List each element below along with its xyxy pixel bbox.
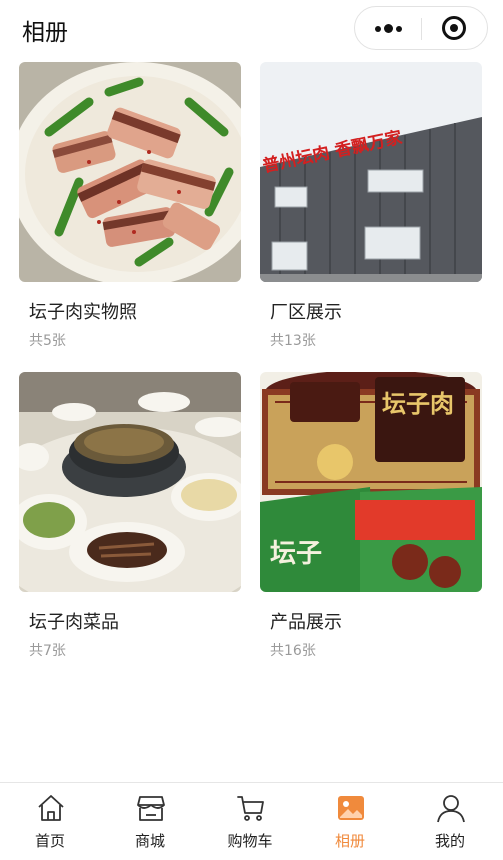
album-count: 共5张 xyxy=(29,333,66,349)
cart-icon xyxy=(237,796,264,821)
factory-building-photo: 普州坛肉 香飘万家 xyxy=(260,62,482,282)
product-packaging-photo: 坛子肉 坛子 xyxy=(260,372,482,592)
user-icon xyxy=(437,795,465,823)
album-page: 相册 坛子肉实物照 共5张 普州坛肉 香飘万家 厂区展示 共13张 坛子肉菜品 … xyxy=(0,0,503,860)
album-icon xyxy=(338,796,364,820)
product-bag-text: 坛子 xyxy=(270,539,322,569)
album-card[interactable]: 坛子肉实物照 共5张 xyxy=(19,62,241,350)
home-icon xyxy=(38,795,64,821)
bottom-tab-bar: 首页 商城 购物车 相册 我的 xyxy=(0,782,503,860)
album-name: 坛子肉实物照 xyxy=(29,302,137,323)
tab-label: 购物车 xyxy=(227,832,273,850)
album-card[interactable]: 普州坛肉 香飘万家 厂区展示 共13张 xyxy=(260,62,482,350)
target-close-icon[interactable] xyxy=(422,7,488,49)
store-icon xyxy=(137,796,165,821)
nav-bar: 相册 xyxy=(0,0,503,56)
more-dots-icon[interactable] xyxy=(355,7,421,49)
tab-album[interactable]: 相册 xyxy=(300,783,400,860)
mini-program-capsule xyxy=(354,6,488,50)
album-count: 共13张 xyxy=(270,333,316,349)
tab-profile[interactable]: 我的 xyxy=(400,783,500,860)
album-name: 产品展示 xyxy=(270,612,342,633)
album-card[interactable]: 坛子肉菜品 共7张 xyxy=(19,372,241,660)
tab-cart[interactable]: 购物车 xyxy=(200,783,300,860)
tab-label: 我的 xyxy=(434,832,465,850)
album-count: 共16张 xyxy=(270,643,316,659)
banquet-dishes-photo xyxy=(19,372,241,592)
album-name: 厂区展示 xyxy=(270,302,342,323)
tab-label: 首页 xyxy=(34,832,65,850)
tab-home[interactable]: 首页 xyxy=(0,783,100,860)
album-count: 共7张 xyxy=(29,643,66,659)
tab-label: 商城 xyxy=(134,832,165,850)
product-box-text: 坛子肉 xyxy=(382,390,454,418)
album-name: 坛子肉菜品 xyxy=(29,612,119,633)
page-title: 相册 xyxy=(22,20,68,46)
cured-pork-dish-photo xyxy=(19,62,241,282)
tab-store[interactable]: 商城 xyxy=(100,783,200,860)
tab-label: 相册 xyxy=(334,832,365,850)
album-card[interactable]: 坛子肉 坛子 产品展示 共16张 xyxy=(260,372,482,660)
